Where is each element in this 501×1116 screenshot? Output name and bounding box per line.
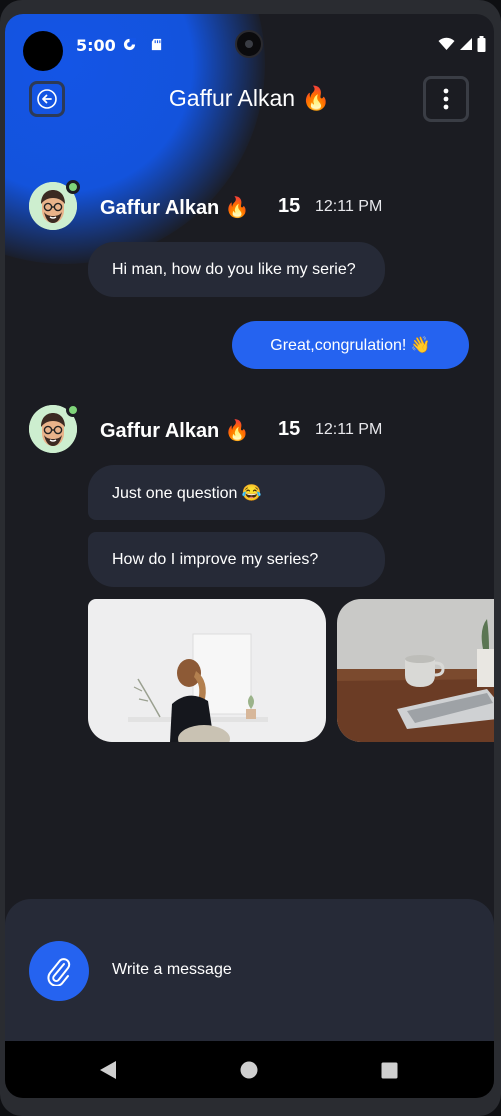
message-text: Hi man, how do you like my serie? (112, 260, 356, 278)
shared-photo-desk[interactable] (88, 599, 326, 742)
message-count: 15 (278, 418, 301, 440)
message-time: 12:11 PM (315, 198, 383, 215)
nav-home-icon (240, 1061, 258, 1079)
sender-name: Gaffur Alkan 🔥 (100, 197, 250, 219)
photo-woman-at-desk (88, 599, 326, 742)
front-camera (235, 30, 263, 58)
system-nav-bar (5, 1041, 494, 1098)
signal-icon (460, 38, 472, 50)
chat-title: Gaffur Alkan 🔥 (168, 85, 331, 111)
sender-avatar[interactable] (29, 180, 80, 230)
message-text: Just one question 😂 (112, 484, 262, 502)
online-status-dot (66, 403, 80, 417)
sender-name: Gaffur Alkan 🔥 (100, 420, 250, 442)
status-time: 5:00 (76, 36, 116, 55)
status-bar: 5:00 (5, 14, 494, 74)
message-text: Great,congrulation! 👋 (270, 337, 431, 354)
shared-photo-laptop[interactable] (337, 599, 494, 742)
status-icons (438, 36, 486, 52)
more-options-button[interactable] (423, 76, 469, 122)
camera-cutout (23, 31, 63, 71)
nav-home-button[interactable] (238, 1059, 260, 1081)
photo-laptop-coffee (337, 599, 494, 742)
sender-avatar[interactable] (29, 403, 80, 453)
paperclip-icon (47, 958, 71, 986)
nav-back-icon (100, 1061, 116, 1079)
attach-button[interactable] (29, 941, 89, 1001)
incoming-message[interactable]: Hi man, how do you like my serie? (88, 242, 385, 297)
incoming-message[interactable]: How do I improve my series? (88, 532, 385, 587)
data-saver-icon (123, 38, 136, 51)
chat-screen: 5:00 Gaffur Alkan 🔥 Gaffur Alkan 🔥 15 12… (5, 14, 494, 1098)
wifi-icon (438, 37, 455, 50)
message-input[interactable]: Write a message (112, 961, 232, 979)
nav-back-button[interactable] (97, 1059, 119, 1081)
nav-recents-button[interactable] (378, 1059, 400, 1081)
sd-card-icon (151, 38, 162, 51)
message-time: 12:11 PM (315, 421, 383, 438)
nav-recents-icon (381, 1062, 397, 1078)
message-composer: Write a message (5, 899, 494, 1041)
more-vert-icon (443, 88, 449, 110)
message-count: 15 (278, 195, 301, 217)
outgoing-message[interactable]: Great,congrulation! 👋 (232, 321, 469, 369)
incoming-message[interactable]: Just one question 😂 (88, 465, 385, 520)
battery-icon (477, 36, 486, 52)
device-frame: 5:00 Gaffur Alkan 🔥 Gaffur Alkan 🔥 15 12… (0, 0, 501, 1116)
message-text: How do I improve my series? (112, 550, 319, 568)
online-status-dot (66, 180, 80, 194)
